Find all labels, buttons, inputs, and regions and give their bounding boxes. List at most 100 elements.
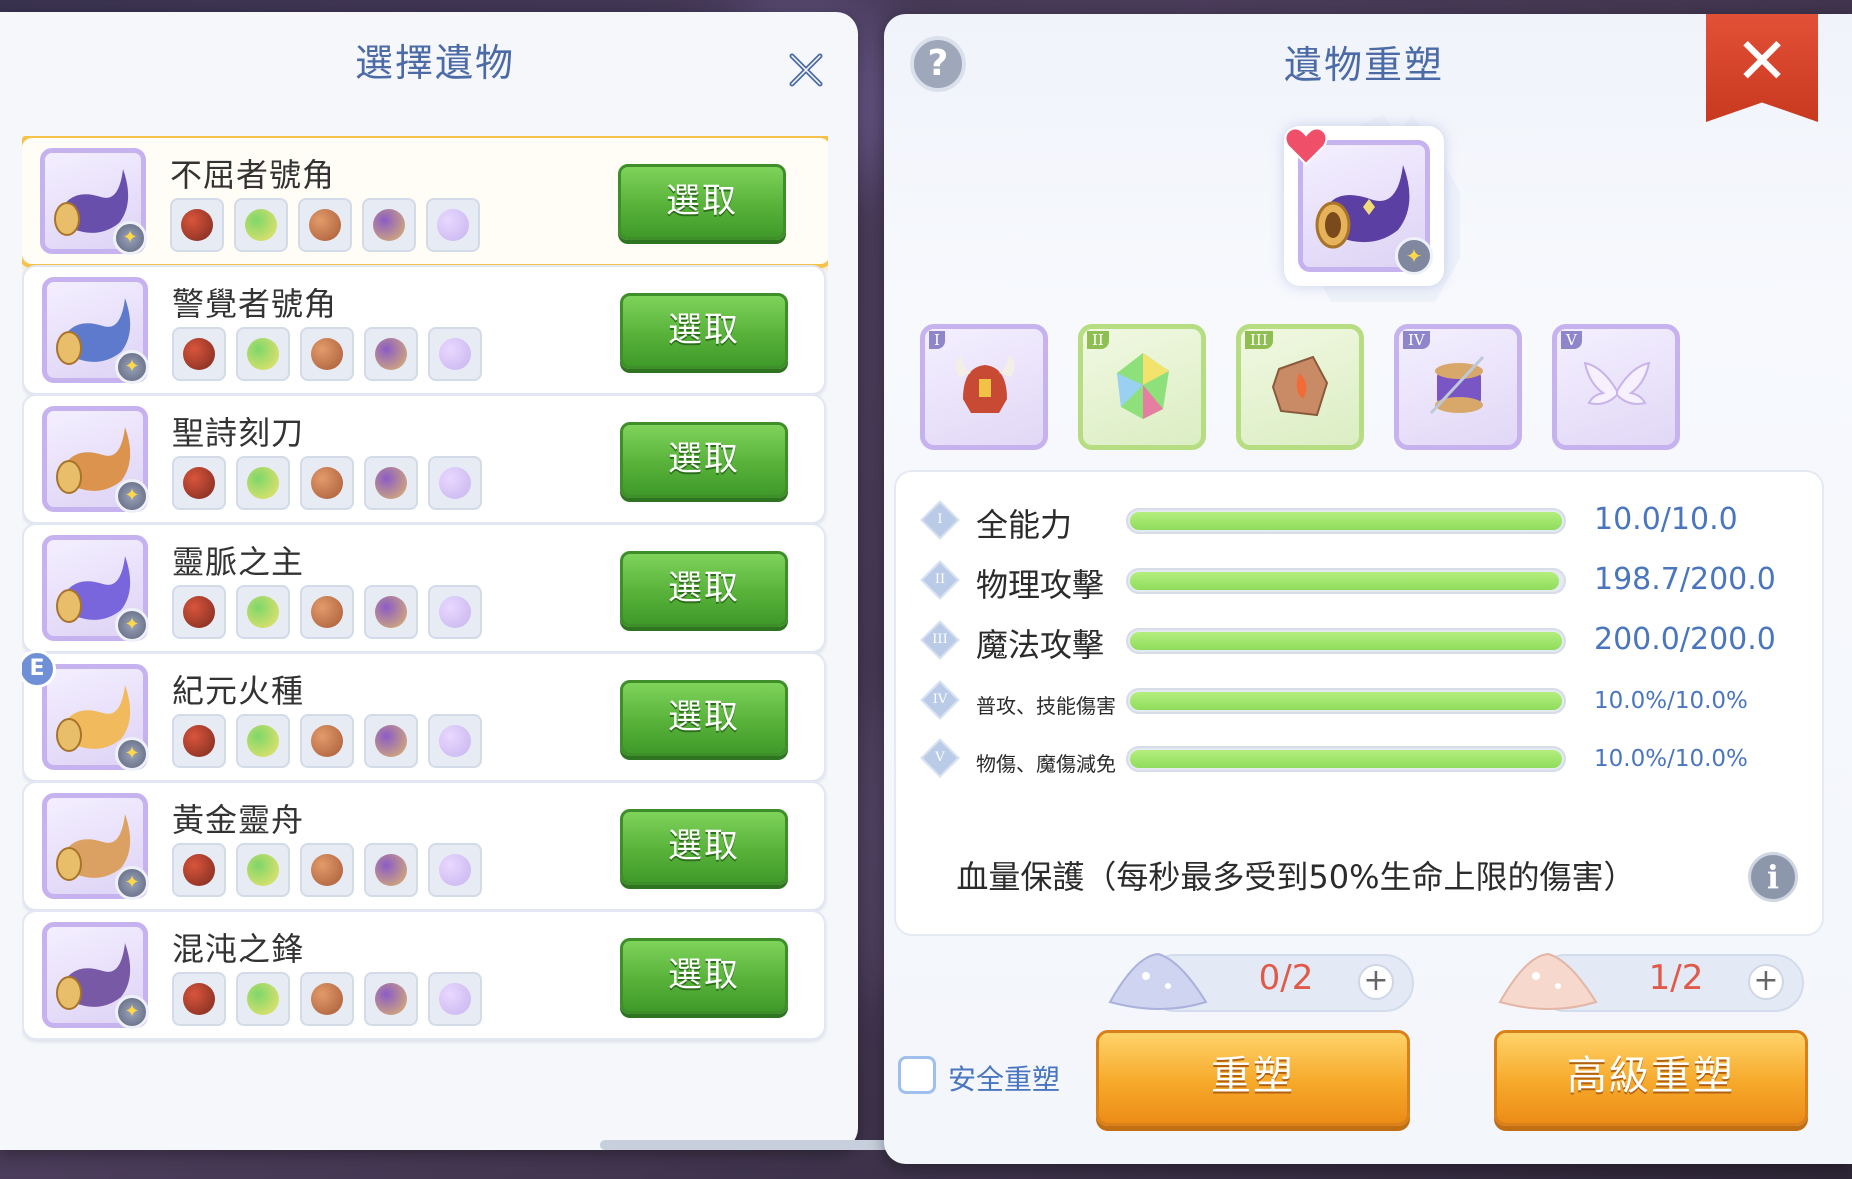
part-slot-icon bbox=[428, 327, 482, 381]
star-badge-icon bbox=[115, 479, 149, 513]
select-button[interactable]: 選取 bbox=[620, 422, 788, 498]
stat-row: III 魔法攻擊 200.0/200.0 bbox=[896, 612, 1822, 672]
relic-reforge-panel: ? 遺物重塑 ✕ ✦ I II III IV V I 全能力 10.0/10.0 II 物理攻擊… bbox=[884, 14, 1852, 1164]
relic-row[interactable]: 靈脈之主 選取 bbox=[22, 523, 826, 653]
part-slot-icon bbox=[236, 843, 290, 897]
relic-row[interactable]: 混沌之鋒 選取 bbox=[22, 910, 826, 1040]
relic-part-card[interactable]: IV bbox=[1394, 324, 1522, 450]
stat-progress-fill bbox=[1130, 512, 1562, 530]
pink-powder-icon bbox=[1498, 952, 1598, 1010]
add-material-button[interactable]: + bbox=[1748, 964, 1784, 1000]
part-slot-icon bbox=[300, 972, 354, 1026]
stat-progress-fill bbox=[1130, 750, 1562, 768]
stats-panel: I 全能力 10.0/10.0 II 物理攻擊 198.7/200.0 III 魔法攻擊 200… bbox=[894, 470, 1824, 936]
stat-index-label: V bbox=[935, 750, 945, 765]
stat-progress-fill bbox=[1130, 632, 1562, 650]
part-slot-icon bbox=[364, 843, 418, 897]
stat-index-label: I bbox=[937, 512, 943, 527]
part-slot-icon bbox=[364, 585, 418, 639]
relic-part-card[interactable]: III bbox=[1236, 324, 1364, 450]
selected-relic: ✦ bbox=[1284, 114, 1460, 302]
stat-row: II 物理攻擊 198.7/200.0 bbox=[896, 552, 1822, 612]
stat-progress-bar bbox=[1126, 628, 1566, 654]
select-button[interactable]: 選取 bbox=[620, 293, 788, 369]
reforge-button[interactable]: 重塑 bbox=[1096, 1030, 1410, 1126]
relic-part-card[interactable]: I bbox=[920, 324, 1048, 450]
part-slot-icon bbox=[300, 327, 354, 381]
star-badge-icon bbox=[115, 737, 149, 771]
part-slot-icon bbox=[172, 714, 226, 768]
part-slot-icon bbox=[172, 972, 226, 1026]
part-slot-icon bbox=[300, 456, 354, 510]
stat-label: 全能力 bbox=[976, 506, 1073, 544]
close-button[interactable]: ✕ bbox=[1706, 14, 1818, 122]
stat-index-icon: V bbox=[920, 738, 960, 778]
relic-part-card[interactable]: V bbox=[1552, 324, 1680, 450]
part-slot-icon bbox=[236, 585, 290, 639]
part-slot-icon bbox=[300, 714, 354, 768]
relic-name: 聖詩刻刀 bbox=[172, 414, 305, 452]
favorite-heart-icon[interactable] bbox=[1284, 126, 1328, 166]
part-index-label: IV bbox=[1403, 331, 1430, 349]
advanced-reforge-button[interactable]: 高級重塑 bbox=[1494, 1030, 1808, 1126]
info-icon[interactable]: i bbox=[1748, 852, 1798, 902]
part-slot-icon bbox=[426, 198, 480, 252]
select-button[interactable]: 選取 bbox=[620, 809, 788, 885]
relic-row[interactable]: E紀元火種選取 bbox=[22, 650, 826, 782]
relic-icon bbox=[42, 277, 149, 384]
relic-row[interactable]: 警覺者號角 選取 bbox=[22, 265, 826, 395]
stat-index-icon: III bbox=[920, 620, 960, 660]
relic-part-card[interactable]: II bbox=[1078, 324, 1206, 450]
part-slot-icon bbox=[364, 327, 418, 381]
part-slot-icon bbox=[364, 456, 418, 510]
relic-row[interactable]: 聖詩刻刀 選取 bbox=[22, 394, 826, 524]
part-slot-icon bbox=[236, 972, 290, 1026]
part-slot-icon bbox=[300, 585, 354, 639]
star-badge-icon bbox=[115, 350, 149, 384]
part-slot-icon bbox=[236, 456, 290, 510]
select-button[interactable]: 選取 bbox=[620, 938, 788, 1014]
stat-index-icon: I bbox=[920, 500, 960, 540]
stat-row: V 物傷、魔傷減免 10.0%/10.0% bbox=[896, 730, 1822, 790]
stat-value: 10.0%/10.0% bbox=[1594, 746, 1748, 772]
part-slot-icon bbox=[428, 456, 482, 510]
part-slot-icon bbox=[172, 585, 226, 639]
relic-icon bbox=[42, 535, 149, 642]
stat-progress-bar bbox=[1126, 508, 1566, 534]
part-index-label: II bbox=[1087, 331, 1109, 349]
part-index-label: V bbox=[1561, 331, 1582, 349]
relic-row[interactable]: 不屈者號角 選取 bbox=[22, 136, 828, 268]
relic-row[interactable]: 黃金靈舟 選取 bbox=[22, 781, 826, 911]
stat-label: 物傷、魔傷減免 bbox=[976, 752, 1116, 776]
safe-reforge-label[interactable]: 安全重塑 bbox=[948, 1058, 1060, 1098]
close-icon[interactable] bbox=[786, 50, 826, 90]
safe-reforge-checkbox[interactable] bbox=[898, 1056, 936, 1094]
select-button[interactable]: 選取 bbox=[620, 680, 788, 756]
flame-stone-icon bbox=[1271, 355, 1329, 417]
relic-icon bbox=[42, 922, 149, 1029]
relic-list[interactable]: 不屈者號角選取警覺者號角選取聖詩刻刀選取靈脈之主選取E紀元火種選取黃金靈舟選取混… bbox=[22, 136, 828, 1148]
horned-helmet-icon bbox=[955, 355, 1015, 413]
stat-label: 普攻、技能傷害 bbox=[976, 694, 1116, 718]
thread-spool-icon bbox=[1429, 355, 1485, 415]
stat-label: 物理攻擊 bbox=[976, 566, 1105, 604]
part-index-label: I bbox=[929, 331, 945, 349]
relic-icon bbox=[42, 664, 149, 771]
relic-name: 靈脈之主 bbox=[172, 543, 305, 581]
stat-index-label: III bbox=[932, 632, 948, 647]
select-button[interactable]: 選取 bbox=[618, 164, 786, 240]
star-badge-icon bbox=[115, 608, 149, 642]
stat-row: I 全能力 10.0/10.0 bbox=[896, 492, 1822, 552]
stat-progress-bar bbox=[1126, 746, 1566, 772]
select-button[interactable]: 選取 bbox=[620, 551, 788, 627]
add-material-button[interactable]: + bbox=[1358, 964, 1394, 1000]
part-slot-icon bbox=[172, 843, 226, 897]
relic-name: 警覺者號角 bbox=[172, 285, 338, 323]
rainbow-crystal-icon bbox=[1117, 353, 1169, 419]
star-badge-icon bbox=[113, 221, 147, 255]
star-badge-icon bbox=[115, 866, 149, 900]
stat-value: 200.0/200.0 bbox=[1594, 622, 1776, 657]
part-slot-icon bbox=[236, 714, 290, 768]
relic-name: 黃金靈舟 bbox=[172, 801, 305, 839]
material-powder-pink: 1/2 + bbox=[1496, 946, 1806, 1016]
